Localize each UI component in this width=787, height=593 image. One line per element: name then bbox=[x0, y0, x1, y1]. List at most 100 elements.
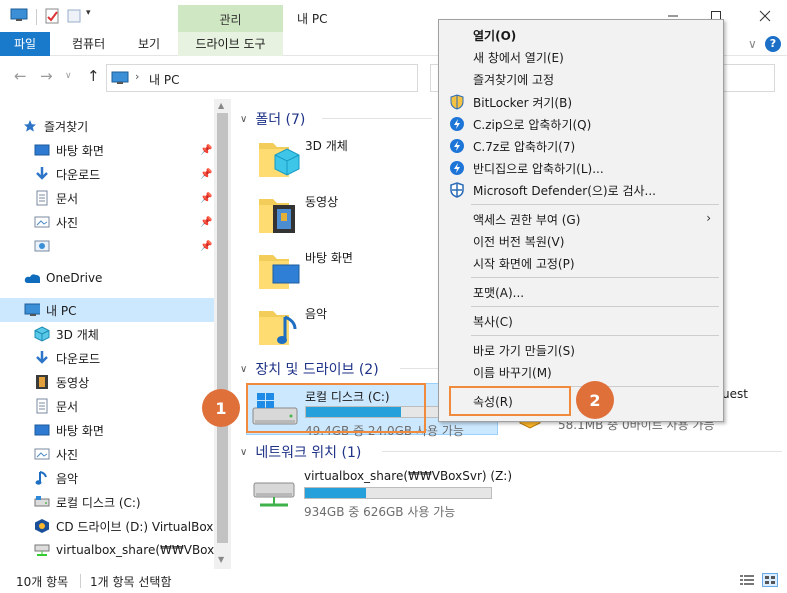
menu-item-copy[interactable]: 복사(C) bbox=[441, 310, 721, 332]
nav-pc-pictures[interactable]: 사진 bbox=[34, 442, 214, 466]
document-icon bbox=[34, 398, 50, 414]
status-bar: 10개 항목 1개 항목 선택함 bbox=[0, 569, 787, 593]
tab-view[interactable]: 보기 bbox=[138, 32, 160, 56]
address-path: 내 PC bbox=[149, 73, 180, 87]
group-header-label: 장치 및 드라이브 (2) bbox=[255, 362, 379, 378]
folder-video-icon bbox=[257, 191, 303, 237]
shield-icon bbox=[449, 94, 465, 110]
details-view-icon[interactable] bbox=[740, 574, 754, 589]
nav-pc-cd-drive[interactable]: CD 드라이브 (D:) VirtualBox G bbox=[34, 514, 214, 538]
nav-pc-downloads[interactable]: 다운로드 bbox=[34, 346, 214, 370]
tab-drive-tools[interactable]: 드라이브 도구 bbox=[178, 32, 283, 56]
drive-name: uest bbox=[722, 387, 748, 401]
desktop-icon bbox=[34, 142, 50, 158]
properties-quick-icon[interactable] bbox=[44, 8, 60, 24]
nav-pc-desktop[interactable]: 바탕 화면 bbox=[34, 418, 214, 442]
folder-videos[interactable]: 동영상 bbox=[257, 191, 417, 243]
image-folder-icon bbox=[34, 238, 50, 254]
drive-usage-fill bbox=[305, 488, 367, 498]
nav-quick-access[interactable]: 즐겨찾기 bbox=[22, 114, 214, 138]
menu-item-give-access[interactable]: 액세스 권한 부여 (G) › bbox=[441, 208, 721, 230]
pin-icon[interactable]: 📌 bbox=[200, 145, 212, 156]
folder-desktop[interactable]: 바탕 화면 bbox=[257, 247, 417, 299]
collapse-chevron-icon[interactable]: ∨ bbox=[240, 364, 247, 375]
nav-pc-videos[interactable]: 동영상 bbox=[34, 370, 214, 394]
nav-qa-desktop[interactable]: 바탕 화면 bbox=[34, 138, 214, 162]
film-icon bbox=[34, 374, 50, 390]
nav-label: 다운로드 bbox=[56, 351, 101, 366]
nav-pc-3d-objects[interactable]: 3D 개체 bbox=[34, 322, 214, 346]
menu-item-pin-quick-access[interactable]: 즐겨찾기에 고정 bbox=[441, 68, 721, 90]
menu-item-bandizip[interactable]: 반디집으로 압축하기(L)... bbox=[441, 157, 721, 179]
collapse-chevron-icon[interactable]: ∨ bbox=[240, 114, 247, 125]
address-pc-icon bbox=[111, 71, 129, 88]
help-icon[interactable]: ? bbox=[765, 36, 781, 52]
nav-qa-downloads[interactable]: 다운로드 bbox=[34, 162, 214, 186]
address-chevron-icon[interactable]: › bbox=[135, 70, 139, 83]
nav-this-pc[interactable]: 내 PC bbox=[0, 298, 214, 322]
folder-music[interactable]: 음악 bbox=[257, 303, 417, 355]
collapse-chevron-icon[interactable]: ∨ bbox=[240, 447, 247, 458]
pin-icon[interactable]: 📌 bbox=[200, 217, 212, 228]
tab-computer[interactable]: 컴퓨터 bbox=[72, 32, 105, 56]
nav-pc-documents[interactable]: 문서 bbox=[34, 394, 214, 418]
recent-locations-icon[interactable]: ∨ bbox=[65, 71, 72, 81]
nav-label: OneDrive bbox=[46, 271, 103, 285]
nav-qa-pictures[interactable]: 사진 bbox=[34, 210, 214, 234]
status-separator bbox=[80, 574, 81, 588]
menu-item-open[interactable]: 열기(O) bbox=[441, 24, 721, 46]
menu-item-open-new-window[interactable]: 새 창에서 열기(E) bbox=[441, 46, 721, 68]
nav-onedrive[interactable]: OneDrive bbox=[24, 266, 214, 290]
pin-icon[interactable]: 📌 bbox=[200, 169, 212, 180]
scroll-up-icon[interactable]: ▲ bbox=[218, 101, 224, 110]
folders-group-header[interactable]: ∨ 폴더 (7) bbox=[240, 109, 305, 129]
network-group-header[interactable]: ∨ 네트워크 위치 (1) bbox=[240, 442, 361, 462]
pin-icon[interactable]: 📌 bbox=[200, 193, 212, 204]
menu-separator bbox=[471, 306, 719, 307]
pin-icon[interactable]: 📌 bbox=[200, 241, 212, 252]
forward-icon[interactable]: → bbox=[40, 67, 53, 85]
nav-scrollbar-thumb[interactable] bbox=[217, 113, 228, 543]
scroll-down-icon[interactable]: ▼ bbox=[218, 555, 224, 564]
devices-group-header[interactable]: ∨ 장치 및 드라이브 (2) bbox=[240, 359, 379, 379]
menu-item-format[interactable]: 포맷(A)... bbox=[441, 281, 721, 303]
ribbon-expand-icon[interactable]: ∨ bbox=[748, 37, 757, 51]
new-folder-quick-icon[interactable] bbox=[66, 8, 82, 24]
nav-scrollbar[interactable]: ▲ ▼ bbox=[214, 99, 231, 569]
nav-pc-local-disk[interactable]: 로컬 디스크 (C:) bbox=[34, 490, 214, 514]
nav-label: 내 PC bbox=[46, 303, 77, 318]
nav-label: 바탕 화면 bbox=[56, 423, 104, 438]
up-icon[interactable]: ↑ bbox=[87, 67, 100, 85]
nav-pc-network-share[interactable]: virtualbox_share(₩₩VBoxSvr) bbox=[34, 538, 214, 562]
menu-item-7z[interactable]: C.7z로 압축하기(7) bbox=[441, 135, 721, 157]
drive-icon bbox=[34, 494, 50, 510]
network-drive-icon bbox=[250, 471, 298, 514]
network-drive-tile[interactable]: virtualbox_share(₩₩VBoxSvr) (Z:) 934GB 중… bbox=[246, 465, 536, 519]
nav-qa-unnamed[interactable] bbox=[34, 234, 214, 258]
folder-3d-objects[interactable]: 3D 개체 bbox=[257, 135, 417, 187]
menu-item-bitlocker[interactable]: BitLocker 켜기(B) bbox=[441, 91, 721, 113]
music-note-icon bbox=[34, 470, 50, 486]
group-divider bbox=[322, 118, 432, 119]
address-box[interactable]: › 내 PC ∨ ↻ bbox=[106, 64, 512, 92]
menu-item-zip[interactable]: C.zip으로 압축하기(Q) bbox=[441, 113, 721, 135]
menu-item-create-shortcut[interactable]: 바로 가기 만들기(S) bbox=[441, 339, 721, 361]
menu-item-rename[interactable]: 이름 바꾸기(M) bbox=[441, 361, 721, 383]
menu-item-pin-start[interactable]: 시작 화면에 고정(P) bbox=[441, 252, 721, 274]
download-icon bbox=[34, 166, 50, 182]
menu-label: C.7z로 압축하기(7) bbox=[473, 139, 576, 154]
back-icon[interactable]: ← bbox=[14, 67, 27, 85]
customize-qa-icon[interactable]: ▾ bbox=[86, 8, 91, 18]
tab-file[interactable]: 파일 bbox=[0, 32, 50, 56]
nav-label: 문서 bbox=[56, 399, 79, 414]
virtualbox-cd-icon bbox=[34, 518, 50, 534]
close-icon[interactable] bbox=[754, 6, 776, 26]
menu-item-restore-versions[interactable]: 이전 버전 복원(V) bbox=[441, 230, 721, 252]
large-icons-view-icon[interactable] bbox=[762, 573, 778, 587]
pictures-icon bbox=[34, 214, 50, 230]
nav-qa-documents[interactable]: 문서 bbox=[34, 186, 214, 210]
nav-pc-music[interactable]: 음악 bbox=[34, 466, 214, 490]
folder-desktop-icon bbox=[257, 247, 303, 293]
menu-item-defender[interactable]: Microsoft Defender(으)로 검사... bbox=[441, 179, 721, 201]
menu-label: BitLocker 켜기(B) bbox=[473, 95, 573, 110]
